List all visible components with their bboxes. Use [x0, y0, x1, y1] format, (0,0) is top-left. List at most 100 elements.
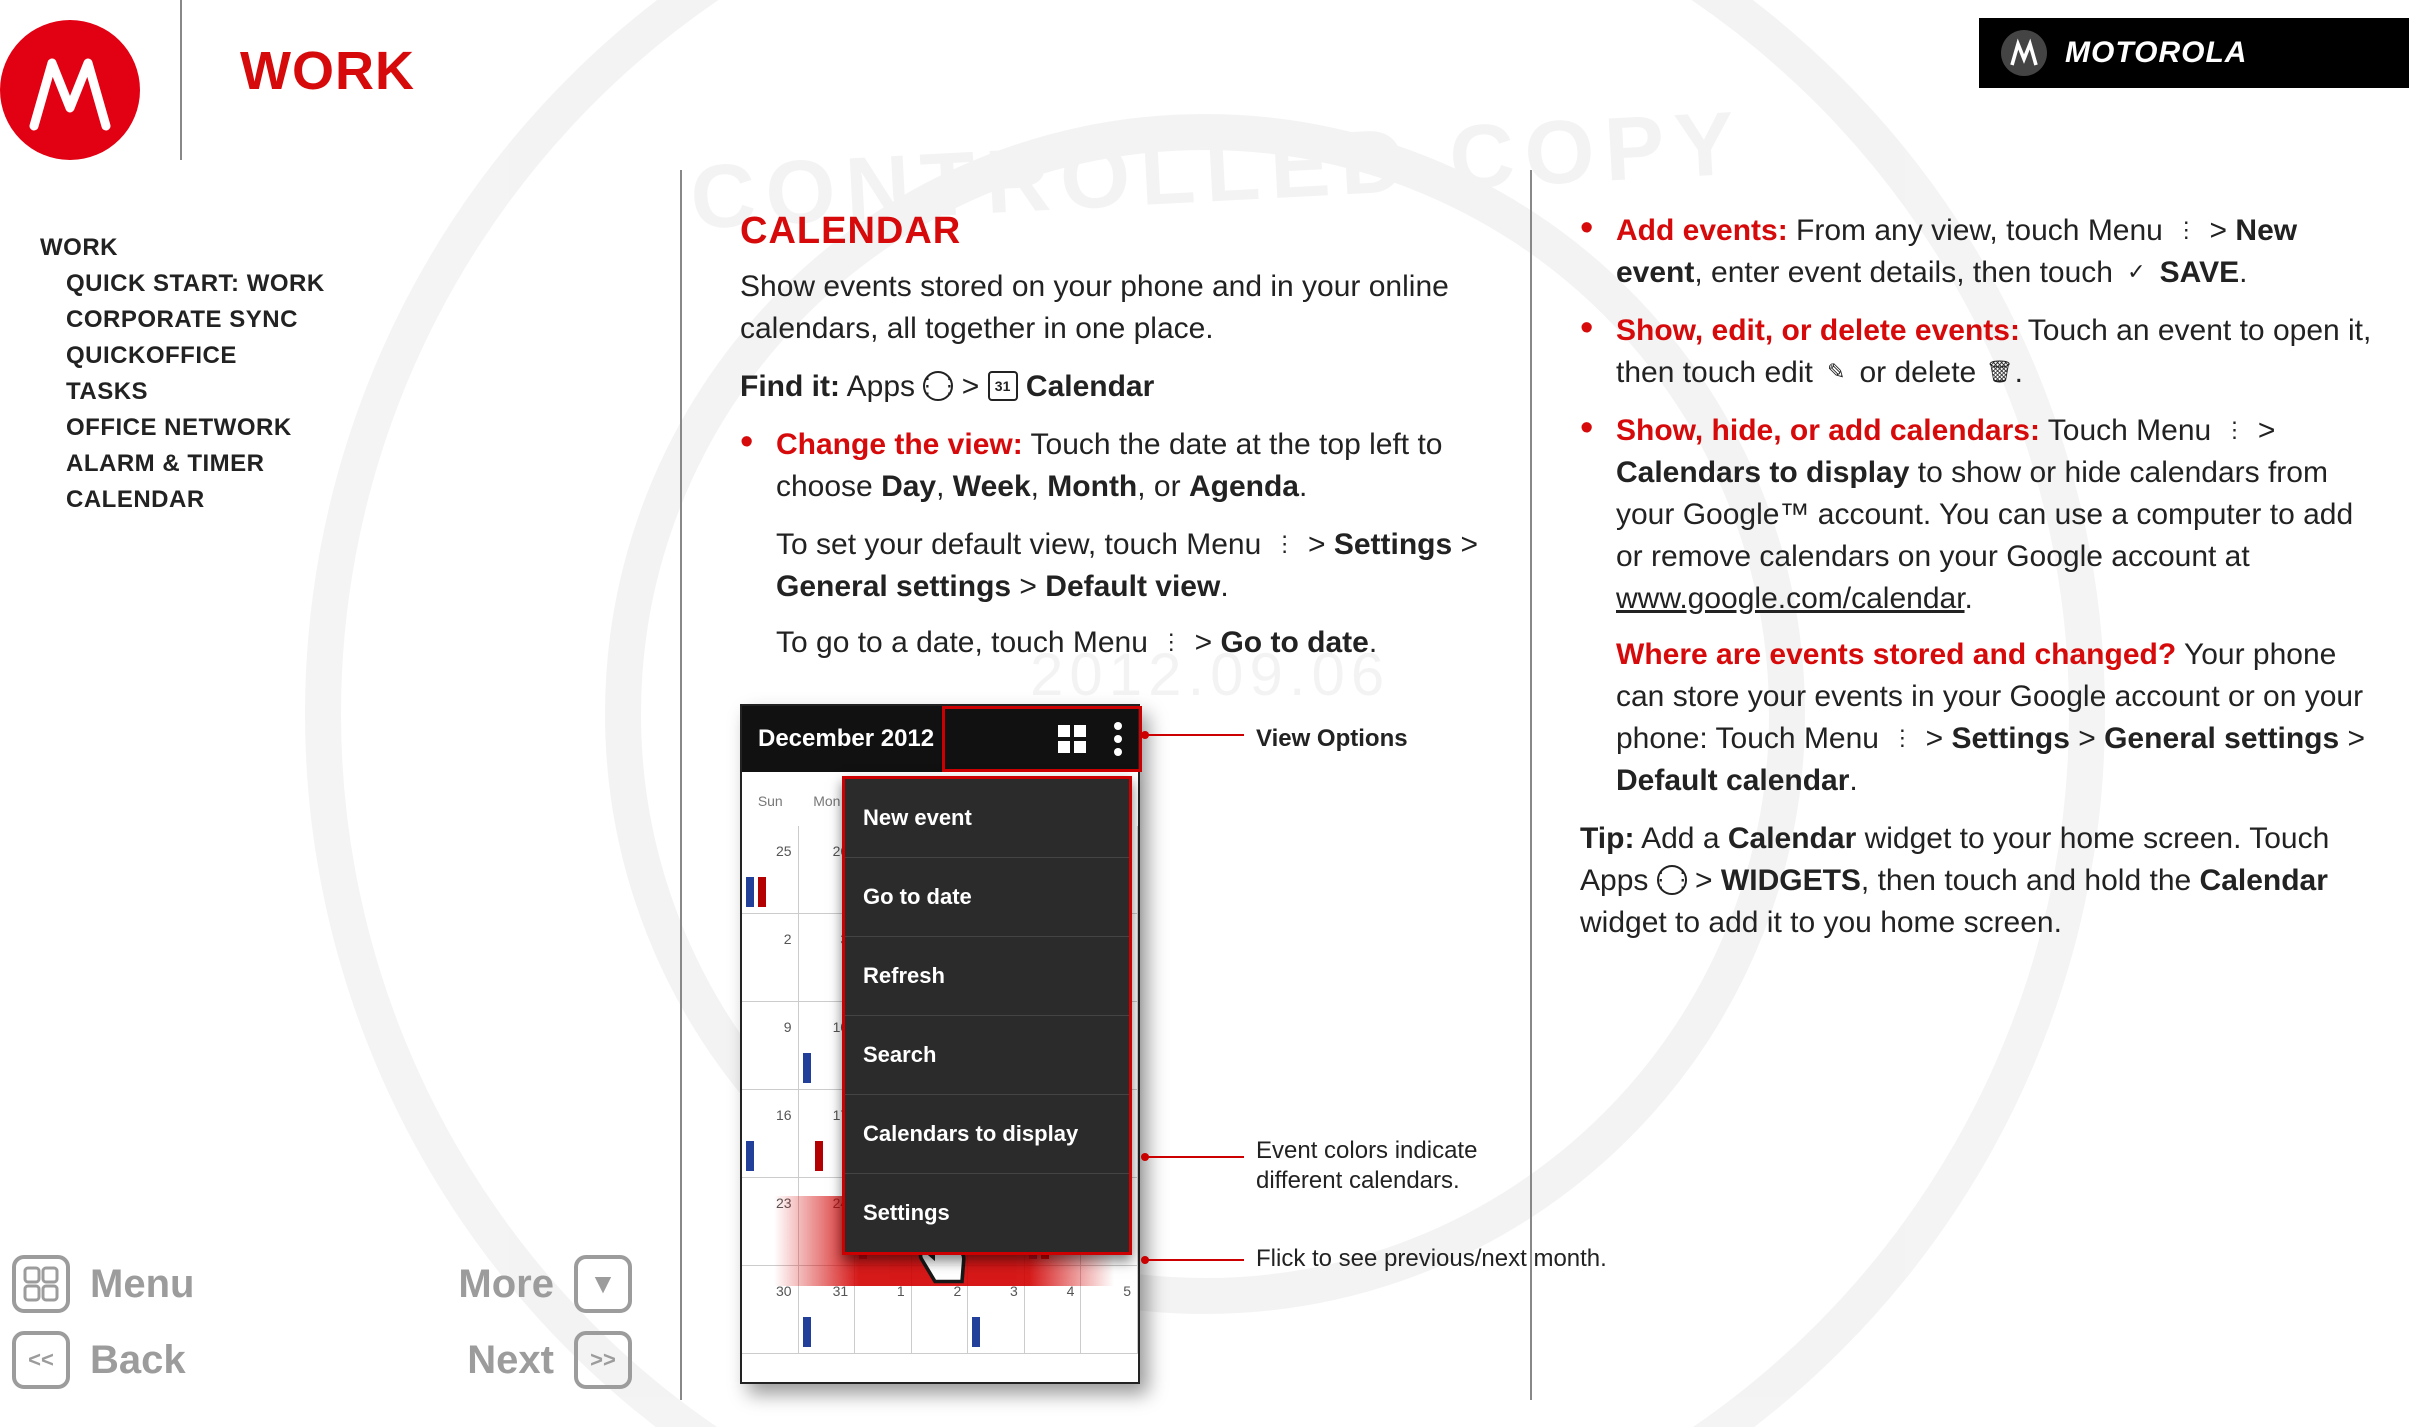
find-it-label: Find it: — [740, 370, 840, 403]
sub-default-view: To set your default view, touch Menu ⋮ >… — [740, 524, 1500, 608]
callout-line — [1144, 734, 1244, 736]
apps-icon: ⋮⋮ — [923, 371, 953, 401]
motorola-logo-icon — [0, 20, 140, 160]
trash-delete-icon: 🗑 — [1985, 357, 2015, 387]
device-month-label[interactable]: December 2012 — [758, 718, 934, 760]
tip-paragraph: Tip: Add a Calendar widget to your home … — [1580, 818, 2380, 944]
content-column-1: CALENDAR Show events stored on your phon… — [740, 210, 1500, 1404]
bottom-nav: Menu More ▼ << Back Next >> — [12, 1255, 632, 1407]
sub2-pre: To go to a date, touch Menu — [776, 626, 1156, 659]
more-down-icon[interactable]: ▼ — [574, 1255, 632, 1313]
bullet-change-view: Change the view: Touch the date at the t… — [740, 424, 1500, 508]
menu-item-go-to-date[interactable]: Go to date — [845, 858, 1129, 937]
bullet-add-events: Add events: From any view, touch Menu ⋮ … — [1580, 210, 2380, 294]
view-grid-icon[interactable] — [1058, 725, 1086, 753]
nav-item-corporate-sync[interactable]: CORPORATE SYNC — [40, 302, 440, 338]
p-settings: Settings — [1334, 528, 1452, 561]
b3-title: Show, edit, or delete events: — [1616, 314, 2020, 347]
kebab-menu-icon: ⋮ — [2171, 215, 2201, 245]
p-gotodate: Go to date — [1220, 626, 1368, 659]
bullet-show-edit-delete: Show, edit, or delete events: Touch an e… — [1580, 310, 2380, 394]
period: . — [1299, 470, 1307, 503]
kebab-menu-icon: ⋮ — [1270, 529, 1300, 559]
find-it-post: Calendar — [1018, 370, 1155, 403]
column-divider-1 — [680, 170, 682, 1400]
more-button[interactable]: More — [458, 1262, 554, 1307]
menu-button[interactable]: Menu — [90, 1262, 194, 1307]
calendar-day-cell[interactable]: 2 — [742, 914, 799, 1002]
nav-item-work[interactable]: WORK — [40, 230, 440, 266]
kebab-menu-icon: ⋮ — [1887, 723, 1917, 753]
find-it-line: Find it: Apps ⋮⋮ > 31 Calendar — [740, 366, 1500, 408]
brand-banner: MOTOROLA — [1979, 18, 2409, 88]
sub1-pre: To set your default view, touch Menu — [776, 528, 1270, 561]
dow: Sun — [742, 780, 799, 822]
brand-label: MOTOROLA — [2065, 36, 2247, 70]
nav-item-alarm-timer[interactable]: ALARM & TIMER — [40, 446, 440, 482]
sep: > — [2250, 414, 2276, 447]
device-frame: December 2012 SunMonTueWedThuFriSat 2526… — [740, 704, 1140, 1384]
b2-title: Add events: — [1616, 214, 1788, 247]
b3-text2: or delete — [1851, 356, 1984, 389]
calendar-31-icon: 31 — [988, 371, 1018, 401]
callout-view-options: View Options — [1256, 718, 1408, 760]
b4-title: Show, hide, or add calendars: — [1616, 414, 2040, 447]
menu-item-new-event[interactable]: New event — [845, 779, 1129, 858]
check-icon: ✓ — [2121, 257, 2151, 287]
nav-item-quickoffice[interactable]: QUICKOFFICE — [40, 338, 440, 374]
back-button[interactable]: Back — [90, 1338, 186, 1383]
device-header: December 2012 — [742, 706, 1138, 772]
tip-cal: Calendar — [1728, 822, 1856, 855]
back-icon[interactable]: << — [12, 1331, 70, 1389]
callout-event-colors: Event colors indicate different calendar… — [1256, 1136, 1516, 1196]
callout-flick: Flick to see previous/next month. — [1256, 1244, 1676, 1274]
tip-cal2: Calendar — [2200, 864, 2328, 897]
p-settings2: Settings — [1952, 722, 2070, 755]
menu-item-refresh[interactable]: Refresh — [845, 937, 1129, 1016]
next-icon[interactable]: >> — [574, 1331, 632, 1389]
tipc: , then touch and hold the — [1861, 864, 2200, 897]
overflow-menu-icon[interactable] — [1114, 722, 1122, 756]
calendar-screenshot: December 2012 SunMonTueWedThuFriSat 2526… — [740, 704, 1510, 1404]
next-button[interactable]: Next — [467, 1338, 554, 1383]
tip-label: Tip: — [1580, 822, 1634, 855]
calendars-to-display-label: Calendars to display — [1616, 456, 1909, 489]
menu-item-settings[interactable]: Settings — [845, 1174, 1129, 1252]
content-column-2: Add events: From any view, touch Menu ⋮ … — [1580, 210, 2380, 960]
menu-item-calendars-to-display[interactable]: Calendars to display — [845, 1095, 1129, 1174]
column-divider-2 — [1530, 170, 1532, 1400]
section-heading-calendar: CALENDAR — [740, 210, 1500, 252]
header-divider — [180, 0, 182, 160]
sep: > — [1917, 722, 1951, 755]
menu-grid-icon[interactable] — [12, 1255, 70, 1313]
nav-item-tasks[interactable]: TASKS — [40, 374, 440, 410]
calendar-intro: Show events stored on your phone and in … — [740, 266, 1500, 350]
bullet-show-hide-add-calendars: Show, hide, or add calendars: Touch Menu… — [1580, 410, 2380, 802]
opt-agenda: Agenda — [1189, 470, 1299, 503]
opt-day: Day — [881, 470, 936, 503]
nav-item-quickstart[interactable]: QUICK START: WORK — [40, 266, 440, 302]
b4-question: Where are events stored and changed? — [1616, 638, 2176, 671]
pencil-edit-icon: ✎ — [1821, 357, 1851, 387]
p: . — [2239, 256, 2247, 289]
page-title: WORK — [240, 40, 415, 102]
nav-item-office-network[interactable]: OFFICE NETWORK — [40, 410, 440, 446]
google-calendar-link[interactable]: www.google.com/calendar — [1616, 582, 1965, 615]
calendar-day-cell[interactable]: 9 — [742, 1002, 799, 1090]
tipd: widget to add it to you home screen. — [1580, 906, 2062, 939]
kebab-menu-icon: ⋮ — [2220, 415, 2250, 445]
b2a: From any view, touch Menu — [1788, 214, 2172, 247]
opt-week: Week — [953, 470, 1031, 503]
p-default-cal: Default calendar — [1616, 764, 1849, 797]
menu-item-search[interactable]: Search — [845, 1016, 1129, 1095]
p-general: General settings — [776, 570, 1011, 603]
calendar-day-cell[interactable]: 25 — [742, 826, 799, 914]
b2c: , enter event details, then touch — [1694, 256, 2121, 289]
kebab-menu-icon: ⋮ — [1156, 627, 1186, 657]
tipa: Add a — [1634, 822, 1727, 855]
nav-item-calendar[interactable]: CALENDAR — [40, 482, 440, 518]
callout-line — [1144, 1156, 1244, 1158]
save-label: SAVE — [2160, 256, 2239, 289]
tip-widgets: WIDGETS — [1721, 864, 1861, 897]
calendar-day-cell[interactable]: 16 — [742, 1090, 799, 1178]
